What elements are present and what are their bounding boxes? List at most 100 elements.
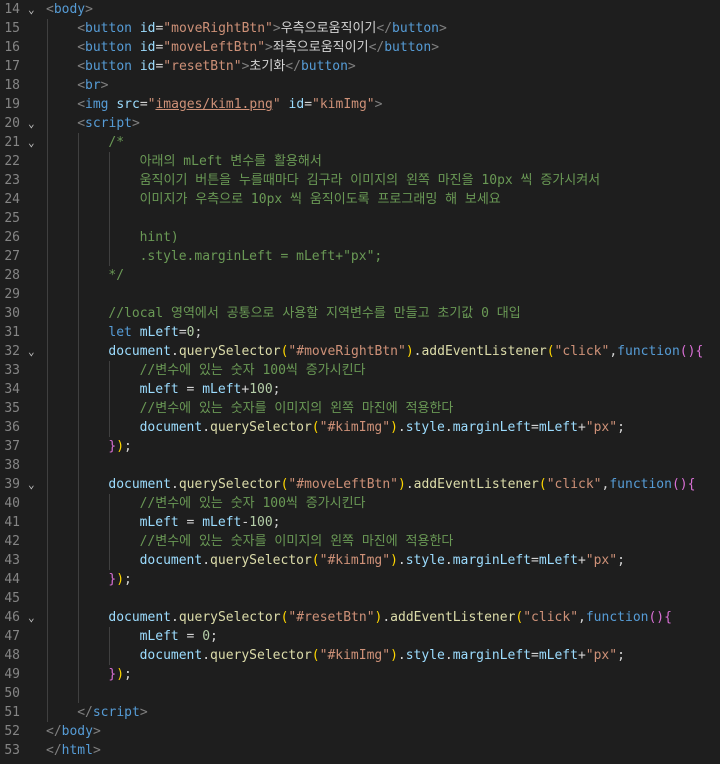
code-line[interactable]: 26 hint): [0, 228, 720, 247]
fold-chevron-icon[interactable]: ⌄: [28, 342, 35, 361]
code-line[interactable]: 25: [0, 209, 720, 228]
code-text: //변수에 있는 숫자 100씩 증가시킨다: [140, 494, 366, 513]
code-line[interactable]: 46 ⌄ document.querySelector("#resetBtn").a…: [0, 608, 720, 627]
code-text: </body>: [46, 722, 101, 741]
code-line[interactable]: 29: [0, 285, 720, 304]
code-line[interactable]: 41 mLeft = mLeft-100;: [0, 513, 720, 532]
code-line[interactable]: 37});: [0, 437, 720, 456]
code-token: 0: [202, 629, 211, 644]
code-token: 움직이기 버튼을 누를때마다 김구라 이미지의 왼쪽 마진을 10px 씩 증가…: [139, 173, 601, 188]
code-token: =: [530, 648, 539, 663]
line-number: 35: [4, 401, 20, 416]
code-token: (: [538, 477, 547, 492]
code-token: id: [139, 40, 156, 55]
code-token: id: [139, 21, 156, 36]
code-token: //local 영역에서 공통으로 사용할 지역변수를 만들고 초기값 0 대입: [108, 306, 521, 321]
code-line[interactable]: 42 //변수에 있는 숫자를 이미지의 왼쪽 마진에 적용한다: [0, 532, 720, 551]
code-line[interactable]: 35 //변수에 있는 숫자를 이미지의 왼쪽 마진에 적용한다: [0, 399, 720, 418]
code-line[interactable]: 45: [0, 589, 720, 608]
code-token: 좌측으로움직이기: [272, 40, 369, 55]
code-token: mLeft: [202, 382, 242, 397]
line-number: 40: [4, 496, 20, 511]
code-line[interactable]: 48 document.querySelector("#kimImg").styl…: [0, 646, 720, 665]
code-line[interactable]: 23 움직이기 버튼을 누를때마다 김구라 이미지의 왼쪽 마진을 10px 씩 …: [0, 171, 720, 190]
code-line[interactable]: 50: [0, 684, 720, 703]
code-text: </script>: [77, 703, 147, 722]
code-line[interactable]: 52 </body>: [0, 722, 720, 741]
code-text: 아래의 mLeft 변수를 활용해서: [140, 152, 322, 171]
fold-chevron-icon[interactable]: ⌄: [28, 133, 35, 152]
code-line[interactable]: 32 ⌄ document.querySelector ("#moveRightBtn…: [0, 342, 720, 361]
fold-chevron-icon[interactable]: ⌄: [28, 608, 35, 627]
code-token: ): [116, 572, 125, 587]
code-token: =: [530, 553, 539, 568]
line-number: 24: [4, 192, 20, 207]
code-line[interactable]: 17 <button id="resetBtn">초기화</button>: [0, 57, 720, 76]
code-token: "px": [585, 553, 618, 568]
code-text: <button id="resetBtn">초기화</button>: [77, 57, 356, 76]
code-line[interactable]: 39 ⌄ document.querySelector("#moveLeftBtn"…: [0, 475, 720, 494]
fold-chevron-icon[interactable]: ⌄: [28, 475, 35, 494]
code-token: {: [687, 477, 696, 492]
code-line[interactable]: 36 document.querySelector("#kimImg").styl…: [0, 418, 720, 437]
code-line[interactable]: 15 <button id="moveRightBtn">우측으로움직이기</bu…: [0, 19, 720, 38]
code-token: querySelector: [178, 610, 281, 625]
code-token: >: [374, 97, 383, 112]
line-number: 37: [4, 439, 20, 454]
fold-chevron-icon[interactable]: ⌄: [28, 0, 35, 19]
code-line[interactable]: 51 </script>: [0, 703, 720, 722]
code-token: br: [85, 78, 101, 93]
line-number: 39: [4, 477, 20, 492]
code-token: style: [405, 420, 445, 435]
code-token: script: [85, 116, 132, 131]
code-token: "px": [585, 420, 618, 435]
code-text: document.querySelector("#moveLeftBtn").a…: [108, 475, 695, 494]
code-token: querySelector: [210, 553, 312, 568]
code-text: <body>: [46, 0, 93, 19]
line-number: 45: [4, 591, 20, 606]
code-line[interactable]: 20 ⌄ <script>: [0, 114, 720, 133]
code-line[interactable]: 53 </html>: [0, 741, 720, 760]
code-line[interactable]: 34 mLeft = mLeft+100;: [0, 380, 720, 399]
code-line[interactable]: 44});: [0, 570, 720, 589]
code-token: mLeft: [538, 648, 578, 663]
code-line[interactable]: 43 document.querySelector("#kimImg").styl…: [0, 551, 720, 570]
code-line[interactable]: 24 이미지가 우측으로 10px 씩 움직이도록 프로그래밍 해 보세요: [0, 190, 720, 209]
code-token: ): [116, 667, 125, 682]
code-line[interactable]: 19 <img src="images/kim1.png" id="kimImg"…: [0, 95, 720, 114]
code-text: //변수에 있는 숫자 100씩 증가시킨다: [140, 361, 366, 380]
code-line[interactable]: 28 */: [0, 266, 720, 285]
code-token: "#kimImg": [319, 553, 391, 568]
code-text: .style.marginLeft = mLeft+"px";: [140, 247, 383, 266]
code-line[interactable]: 14 ⌄ <body>: [0, 0, 720, 19]
code-token: .style.marginLeft = mLeft+"px";: [139, 249, 383, 264]
fold-chevron-icon[interactable]: ⌄: [28, 114, 35, 133]
line-number: 50: [4, 686, 20, 701]
code-line[interactable]: 31 let mLeft=0;: [0, 323, 720, 342]
code-token: "#kimImg": [319, 420, 391, 435]
code-line[interactable]: 27 .style.marginLeft = mLeft+"px";: [0, 247, 720, 266]
code-line[interactable]: 47 mLeft = 0;: [0, 627, 720, 646]
code-line[interactable]: 18 <br>: [0, 76, 720, 95]
code-line[interactable]: 49});: [0, 665, 720, 684]
code-token: "click": [554, 344, 610, 359]
code-token: img: [85, 97, 109, 112]
code-line[interactable]: 40 //변수에 있는 숫자 100씩 증가시킨다: [0, 494, 720, 513]
code-token: hint): [139, 230, 179, 245]
code-token: document: [108, 344, 172, 359]
code-token: =: [178, 325, 187, 340]
code-line[interactable]: 38: [0, 456, 720, 475]
code-token: script: [92, 705, 140, 720]
code-editor[interactable]: 14 ⌄ <body> 15 <button id="moveRightBtn">우측으…: [0, 0, 720, 764]
code-line[interactable]: 33 //변수에 있는 숫자 100씩 증가시킨다: [0, 361, 720, 380]
code-token: >: [431, 40, 440, 55]
code-line[interactable]: 30 //local 영역에서 공통으로 사용할 지역변수를 만들고 초기값 0 …: [0, 304, 720, 323]
code-line[interactable]: 16 <button id="moveLeftBtn">좌측으로움직이기</but…: [0, 38, 720, 57]
line-number: 18: [4, 78, 20, 93]
code-token: (): [671, 477, 688, 492]
code-token: "moveRightBtn": [163, 21, 273, 36]
code-line[interactable]: 21 ⌄ /*: [0, 133, 720, 152]
code-line[interactable]: 22 아래의 mLeft 변수를 활용해서: [0, 152, 720, 171]
